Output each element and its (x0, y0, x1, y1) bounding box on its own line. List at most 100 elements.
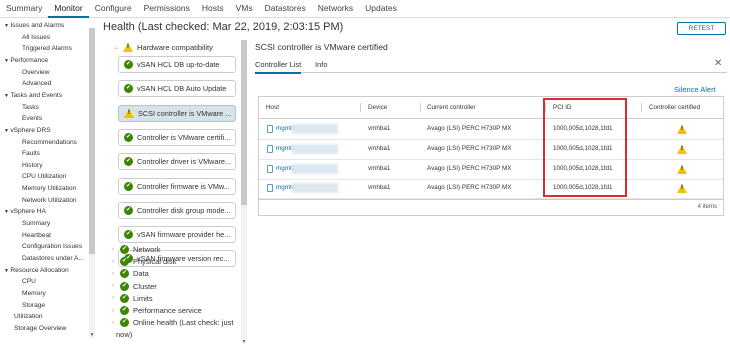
sidebar-item[interactable]: Triggered Alarms (22, 44, 72, 54)
redacted-hostname (292, 183, 338, 194)
health-check-card[interactable]: ✔ vSAN HCL DB Auto Update (118, 80, 236, 98)
sidebar-item[interactable]: ▼ vSphere DRS (4, 126, 51, 136)
sidebar-item[interactable]: All Issues (22, 33, 50, 43)
sidebar-item-label: Triggered Alarms (22, 45, 72, 53)
check-circle-icon: ✔ (120, 306, 129, 315)
device-cell: vmhba1 (368, 144, 391, 152)
table-row[interactable]: mgmt4 vmhba1 Avago (LSI) PERC H730P MX 1000… (259, 179, 723, 200)
tab-hosts[interactable]: Hosts (196, 0, 230, 18)
scroll-down-icon[interactable]: ▼ (241, 339, 247, 345)
sidebar-item[interactable]: Faults (22, 149, 40, 159)
column-header-controller[interactable]: Current controller (427, 104, 476, 111)
sidebar-item[interactable]: Summary (22, 219, 50, 229)
sidebar-item[interactable]: Advanced (22, 79, 51, 89)
sidebar-item[interactable]: Memory (22, 289, 46, 299)
table-row[interactable]: mgmt2 vmhba1 Avago (LSI) PERC H730P MX 1000… (259, 160, 723, 180)
tab-configure[interactable]: Configure (89, 0, 138, 18)
table-row[interactable]: mgmt3 vmhba1 Avago (LSI) PERC H730P MX 1000… (259, 120, 723, 140)
column-divider[interactable] (641, 103, 642, 112)
column-header-certified[interactable]: Controller certified (649, 104, 700, 111)
close-icon[interactable]: ✕ (714, 58, 722, 69)
health-check-card[interactable]: ✔ Controller is VMware certifi... (118, 128, 236, 146)
sidebar-item[interactable]: Storage (22, 301, 45, 311)
sidebar-item[interactable]: Events (22, 114, 42, 124)
health-group[interactable]: › ✔ Data (112, 269, 149, 279)
chevron-right-icon[interactable]: › (112, 271, 120, 277)
retest-button[interactable]: RETEST (677, 22, 726, 35)
sidebar-item[interactable]: CPU (22, 277, 36, 287)
sidebar-item[interactable]: Datastores under A... (22, 254, 84, 264)
sidebar-item[interactable]: Utilization (14, 312, 43, 322)
scroll-down-icon[interactable]: ▼ (89, 332, 95, 338)
grid-header: Host Device Current controller PCI ID Co… (259, 97, 723, 119)
tab-monitor[interactable]: Monitor (48, 0, 89, 18)
host-icon (267, 164, 273, 173)
health-group-label: Online health (Last check: just (133, 318, 234, 328)
column-divider[interactable] (420, 103, 421, 112)
health-check-card[interactable]: ✔ Controller disk group mode... (118, 201, 236, 219)
tab-info[interactable]: Info (315, 60, 328, 69)
column-divider[interactable] (360, 103, 361, 112)
sidebar-item[interactable]: ▼ Issues and Alarms (4, 21, 64, 31)
health-check-card[interactable]: ✔ vSAN firmware provider he... (118, 226, 236, 244)
tree-scroll-thumb[interactable] (241, 40, 247, 205)
sidebar-scroll-thumb[interactable] (89, 28, 95, 254)
hardware-compatibility-group[interactable]: ⌄ Hardware compatibility (114, 43, 213, 52)
tab-controller-list[interactable]: Controller List (255, 60, 302, 74)
redacted-hostname (292, 143, 338, 154)
health-group-label: Physical disk (133, 257, 177, 267)
sidebar-item[interactable]: CPU Utilization (22, 172, 66, 182)
tab-updates[interactable]: Updates (359, 0, 403, 18)
table-row[interactable]: mgmt1 vmhba1 Avago (LSI) PERC H730P MX 1000… (259, 140, 723, 160)
silence-alert-link[interactable]: Silence Alert (674, 85, 716, 94)
sidebar-item-label: Storage (22, 301, 46, 309)
sidebar-item[interactable]: ▼ Resource Allocation (4, 266, 69, 276)
column-header-host[interactable]: Host (266, 104, 279, 111)
sidebar-item[interactable]: Heartbeat (22, 231, 51, 241)
sidebar-item[interactable]: ▼ vSphere HA (4, 207, 46, 217)
health-group-label-continued: now) (116, 330, 133, 339)
controller-cell: Avago (LSI) PERC H730P MX (427, 125, 512, 132)
health-check-card[interactable]: ✔ Controller firmware is VMw... (118, 177, 236, 195)
chevron-right-icon[interactable]: › (112, 308, 120, 314)
chevron-down-icon: ⌄ (114, 45, 120, 51)
chevron-right-icon[interactable]: › (112, 283, 120, 289)
sidebar-item[interactable]: Network Utilization (22, 196, 77, 206)
health-check-card[interactable]: SCSI controller is VMware ... (118, 104, 236, 122)
sidebar-item[interactable]: Tasks (22, 103, 39, 113)
sidebar-item-label: CPU (22, 278, 36, 286)
sidebar-item-label: Resource Allocation (10, 266, 69, 274)
sidebar-item-label: Configuration Issues (22, 243, 83, 251)
chevron-right-icon[interactable]: › (112, 259, 120, 265)
sidebar-item[interactable]: Overview (22, 68, 49, 78)
health-group[interactable]: › ✔ Limits (112, 293, 153, 303)
sidebar-item[interactable]: Recommendations (22, 138, 77, 148)
health-group[interactable]: › ✔ Physical disk (112, 257, 177, 267)
chevron-right-icon[interactable]: › (112, 320, 120, 326)
health-check-card[interactable]: ✔ vSAN HCL DB up-to-date (118, 56, 236, 73)
tab-summary[interactable]: Summary (0, 0, 48, 18)
column-header-device[interactable]: Device (368, 104, 387, 111)
tab-permissions[interactable]: Permissions (138, 0, 196, 18)
warning-icon (124, 108, 134, 118)
sidebar-item[interactable]: Storage Overview (14, 324, 66, 334)
certified-status (677, 125, 687, 136)
controller-cell: Avago (LSI) PERC H730P MX (427, 164, 512, 172)
health-group[interactable]: › ✔ Network (112, 245, 161, 254)
health-group[interactable]: › ✔ Cluster (112, 281, 157, 291)
tab-vms[interactable]: VMs (230, 0, 259, 18)
chevron-right-icon[interactable]: › (112, 295, 120, 301)
tab-networks[interactable]: Networks (312, 0, 359, 18)
sidebar-item[interactable]: ▼ Tasks and Events (4, 91, 62, 101)
sidebar-item[interactable]: ▼ Performance (4, 56, 48, 66)
chevron-right-icon[interactable]: › (112, 247, 120, 253)
warning-icon (677, 164, 687, 174)
health-group[interactable]: › ✔ Online health (Last check: just (112, 318, 234, 328)
sidebar-item[interactable]: Configuration Issues (22, 242, 82, 252)
health-check-card[interactable]: ✔ Controller driver is VMware... (118, 153, 236, 171)
health-group[interactable]: › ✔ Performance service (112, 306, 202, 315)
tab-datastores[interactable]: Datastores (259, 0, 312, 18)
sidebar-item[interactable]: History (22, 161, 43, 171)
check-circle-icon: ✔ (124, 157, 133, 167)
sidebar-item[interactable]: Memory Utilization (22, 184, 76, 194)
